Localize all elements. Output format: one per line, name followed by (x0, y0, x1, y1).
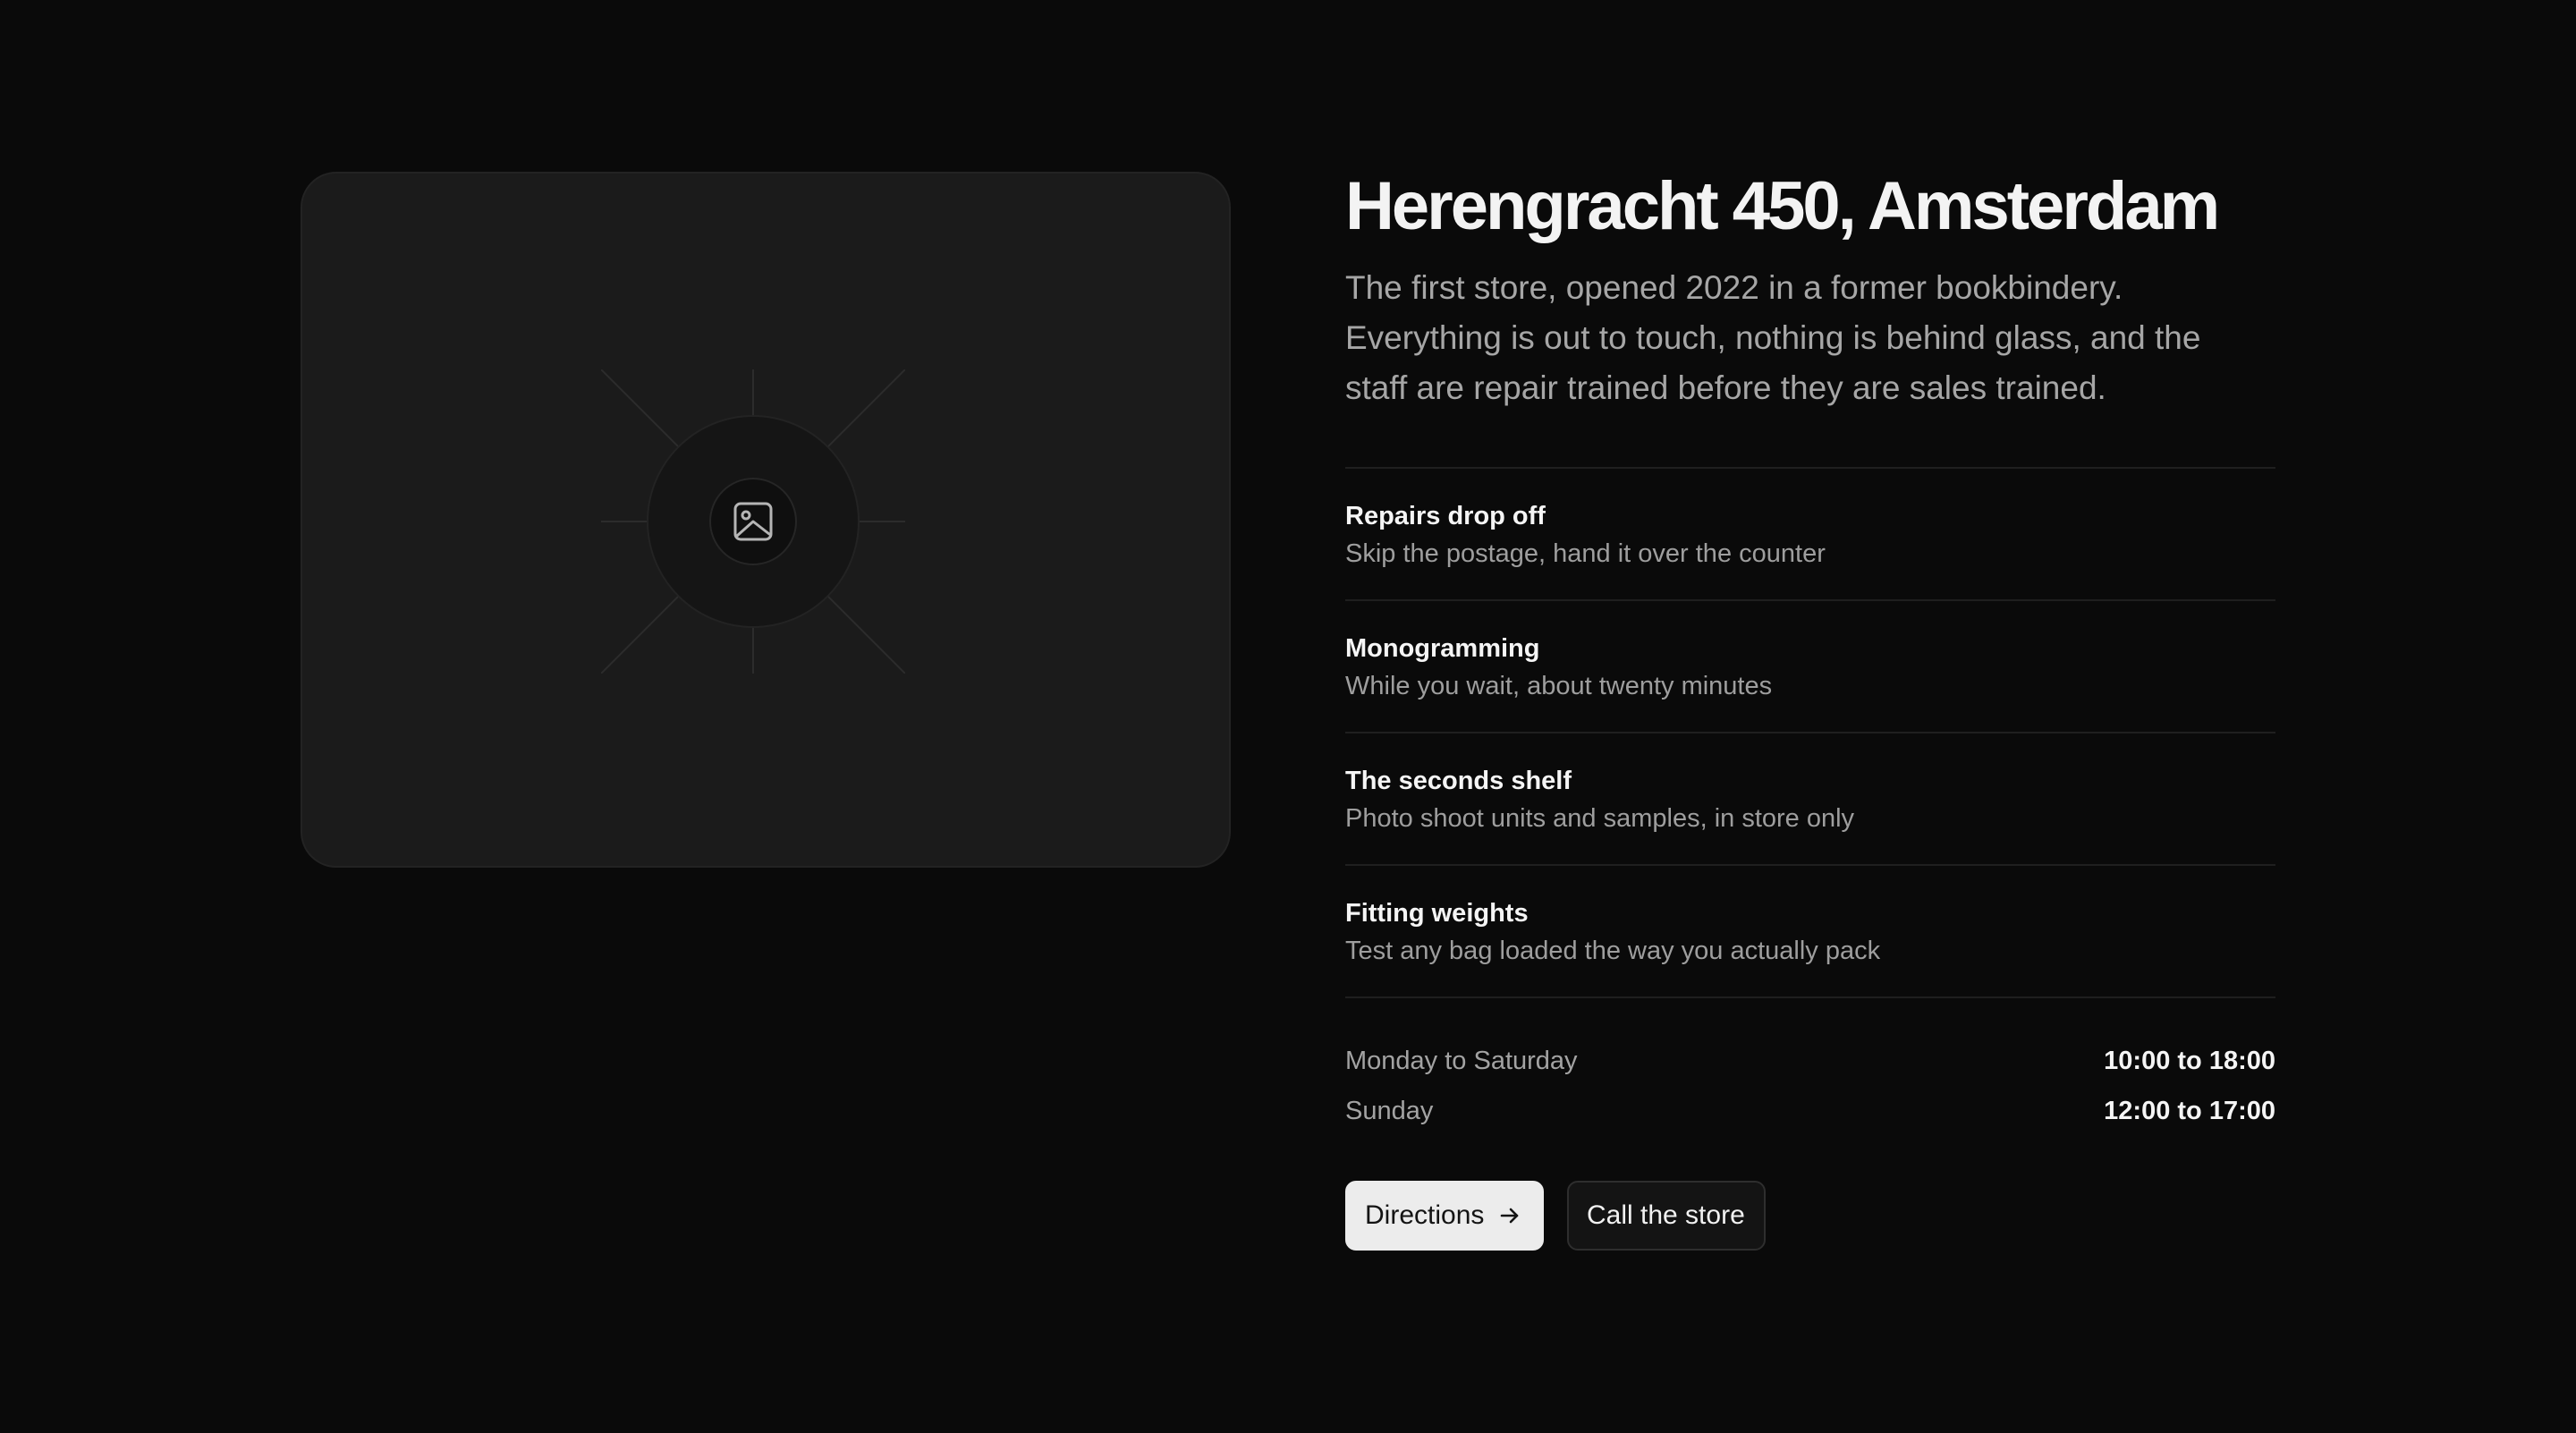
store-intro: The first store, opened 2022 in a former… (1345, 269, 2201, 406)
arrow-right-icon (1498, 1204, 1521, 1227)
feature-desc: Test any bag loaded the way you actually… (1345, 937, 1881, 965)
placeholder-graphic (601, 369, 905, 674)
directions-button[interactable]: Directions (1345, 1181, 1544, 1251)
hours-row-weekdays: Monday to Saturday 10:00 to 18:00 (1345, 1036, 2275, 1086)
hours-time: 12:00 to 17:00 (2104, 1096, 2275, 1125)
store-title: Herengracht 450, Amsterdam (1345, 168, 2220, 244)
feature-title: Fitting weights (1345, 899, 1529, 928)
feature-item-seconds-shelf: The seconds shelf Photo shoot units and … (1345, 733, 2275, 866)
opening-hours: Monday to Saturday 10:00 to 18:00 Sunday… (1345, 1036, 2275, 1136)
feature-list: Repairs drop off Skip the postage, hand … (1345, 467, 2275, 998)
call-store-button[interactable]: Call the store (1567, 1181, 1766, 1251)
hours-time: 10:00 to 18:00 (2104, 1046, 2275, 1075)
directions-label: Directions (1365, 1200, 1485, 1230)
hours-day: Monday to Saturday (1345, 1046, 1578, 1075)
feature-title: The seconds shelf (1345, 767, 1572, 795)
feature-item-fitting-weights: Fitting weights Test any bag loaded the … (1345, 866, 2275, 998)
feature-item-monogramming: Monogramming While you wait, about twent… (1345, 601, 2275, 733)
store-actions: Directions Call the store (1345, 1181, 2275, 1251)
feature-desc: Skip the postage, hand it over the count… (1345, 539, 1826, 568)
feature-desc: While you wait, about twenty minutes (1345, 672, 1773, 700)
feature-item-repairs: Repairs drop off Skip the postage, hand … (1345, 469, 2275, 601)
feature-title: Monogramming (1345, 634, 1540, 663)
hours-day: Sunday (1345, 1096, 1434, 1125)
feature-desc: Photo shoot units and samples, in store … (1345, 804, 1855, 833)
feature-title: Repairs drop off (1345, 502, 1546, 530)
hours-row-sunday: Sunday 12:00 to 17:00 (1345, 1086, 2275, 1136)
call-store-label: Call the store (1587, 1200, 1745, 1230)
store-info: Herengracht 450, Amsterdam The first sto… (1345, 168, 2275, 1251)
store-image-placeholder (301, 172, 1231, 868)
